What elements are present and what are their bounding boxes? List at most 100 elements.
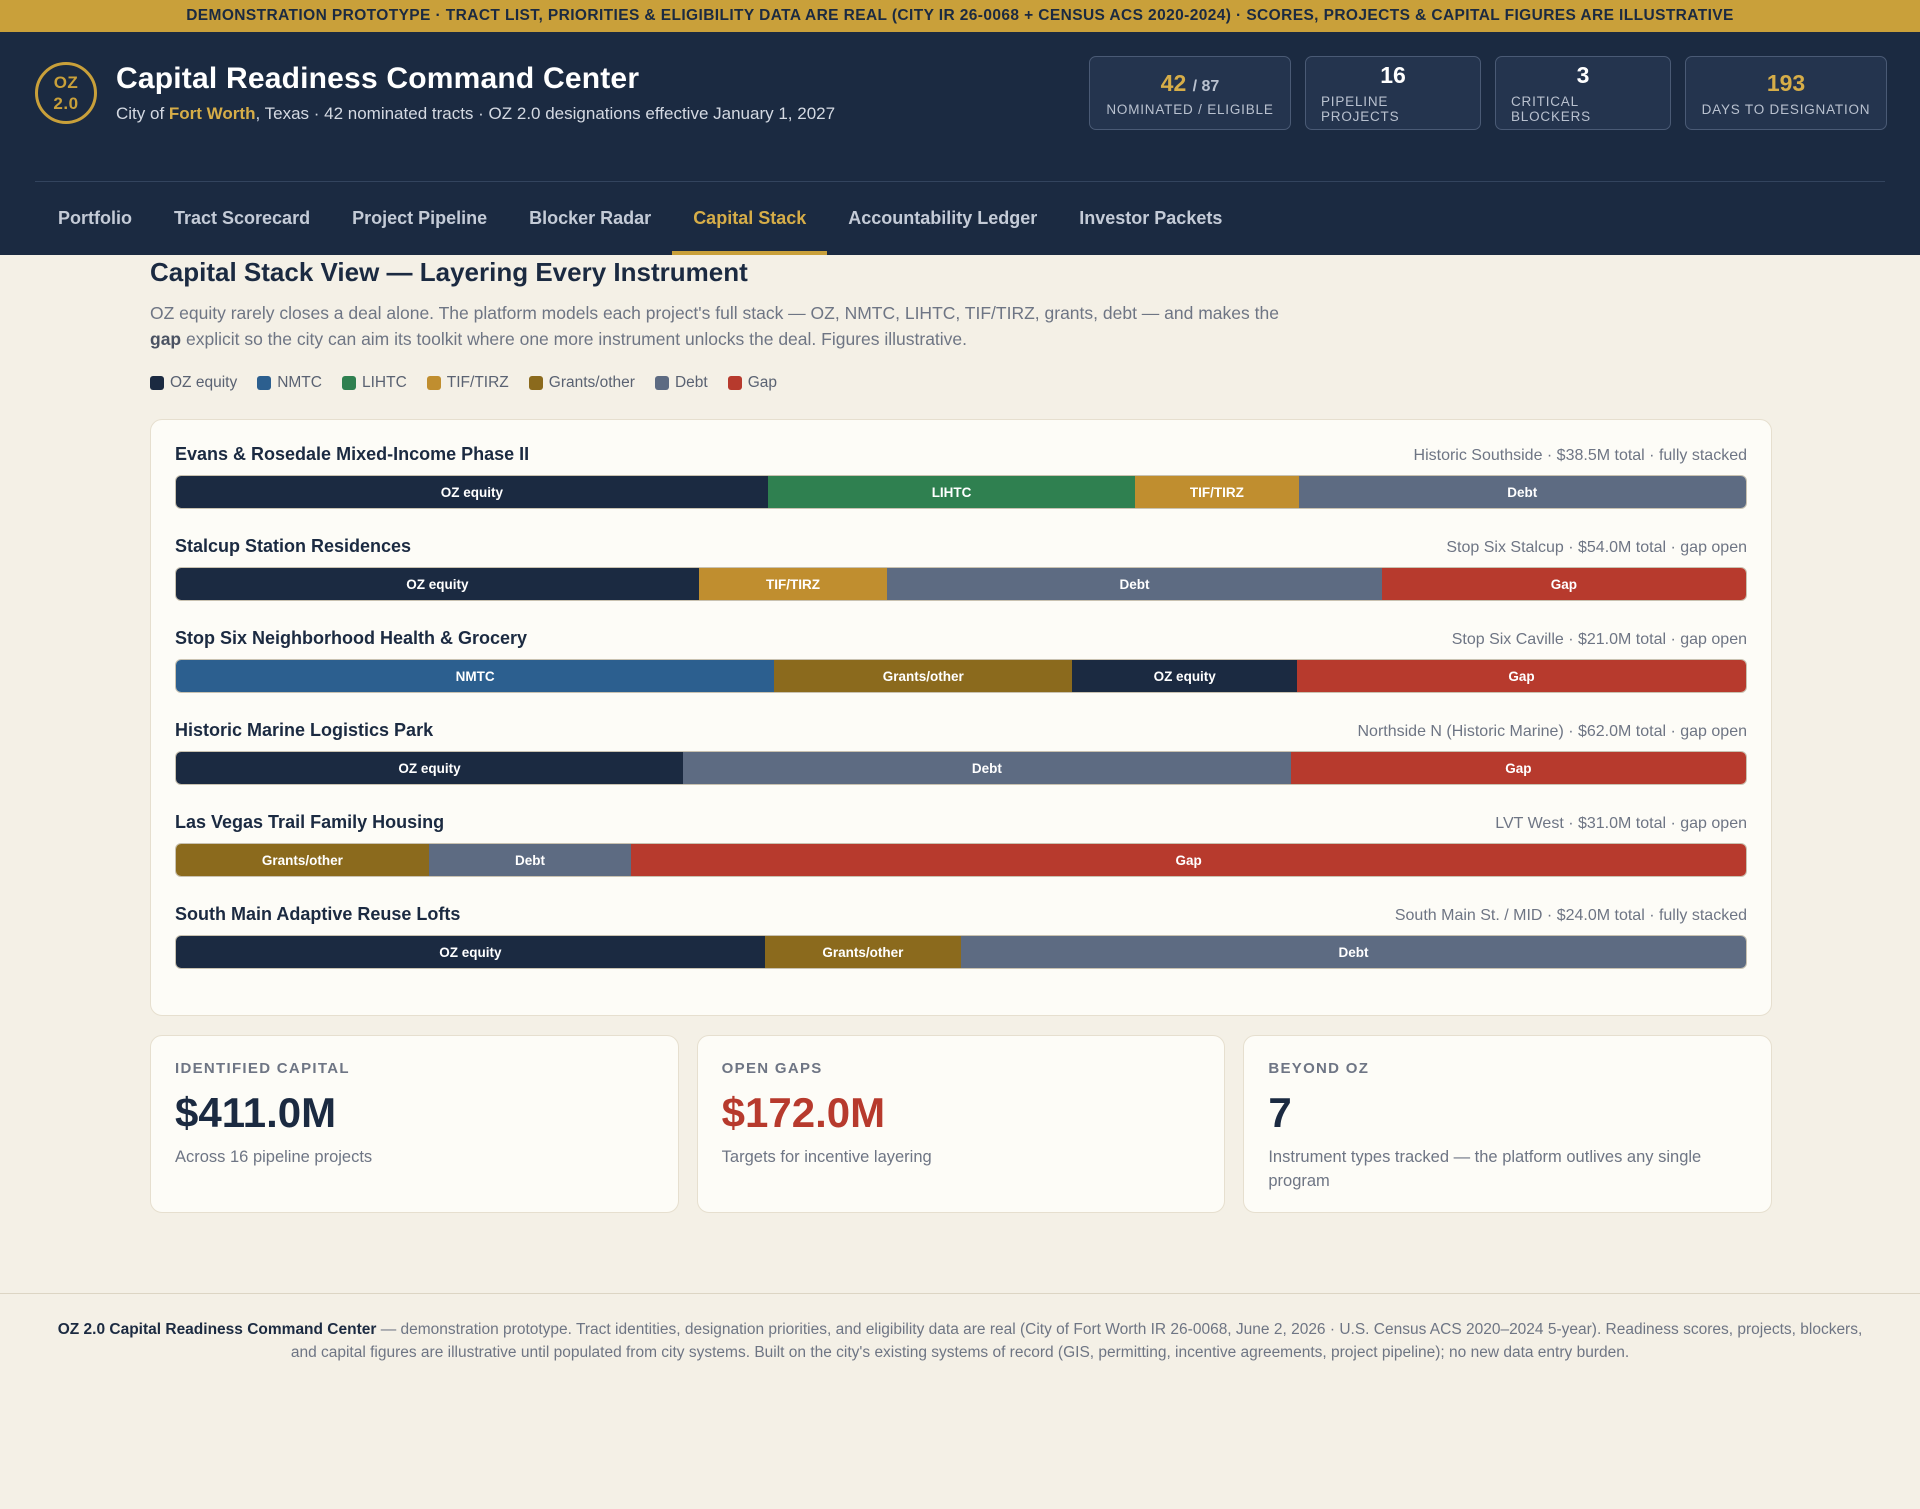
project-header: South Main Adaptive Reuse Lofts South Mai… — [175, 904, 1747, 925]
kpi-value: 193 — [1766, 69, 1806, 96]
kpi-strip: 42 / 87 NOMINATED / ELIGIBLE 16 PIPELINE… — [1089, 56, 1887, 130]
kpi-label: DAYS TO DESIGNATION — [1701, 101, 1871, 117]
brand: OZ 2.0 Capital Readiness Command Center … — [35, 62, 835, 124]
stack-bar[interactable]: OZ equity Grants/other Debt — [175, 935, 1747, 969]
app-title: Capital Readiness Command Center — [116, 62, 640, 95]
summary-value: $411.0M — [175, 1089, 337, 1136]
stack-segment[interactable]: TIF/TIRZ — [698, 568, 888, 600]
project-name: Evans & Rosedale Mixed-Income Phase II — [175, 444, 530, 464]
project-meta: Historic Southside · $38.5M total · full… — [1413, 447, 1747, 464]
stack-segment[interactable]: Grants/other — [176, 844, 429, 876]
project-name: Stalcup Station Residences — [175, 536, 412, 556]
desc-bold: gap — [150, 329, 182, 349]
kpi-label: PIPELINE PROJECTS — [1321, 94, 1400, 124]
kpi-nominated-value: 42 — [1160, 69, 1187, 96]
legend-swatch — [654, 376, 669, 390]
instrument-legend: OZ equity NMTC LIHTC TIF/TIRZ Grants/other De… — [150, 374, 1772, 392]
project-stack: South Main Adaptive Reuse Lofts South Mai… — [175, 904, 1747, 996]
app-header: OZ 2.0 Capital Readiness Command Center … — [0, 32, 1920, 255]
project-header: Stalcup Station Residences Stop Six Stalc… — [175, 536, 1747, 557]
project-stack: Evans & Rosedale Mixed-Income Phase II Hi… — [175, 444, 1747, 536]
kpi-value: 16 — [1380, 62, 1406, 88]
project-meta: Stop Six Caville · $21.0M total · gap op… — [1451, 631, 1747, 648]
logo-line-1: OZ — [53, 73, 79, 92]
stack-segment[interactable]: Gap — [1381, 568, 1746, 600]
kpi-label: CRITICAL BLOCKERS — [1511, 94, 1591, 124]
summary-value: 7 — [1268, 1089, 1292, 1136]
stack-segment[interactable]: Debt — [428, 844, 632, 876]
project-meta: Stop Six Stalcup · $54.0M total · gap op… — [1446, 539, 1747, 556]
stack-segment[interactable]: Gap — [1290, 752, 1746, 784]
stack-segment[interactable]: Debt — [887, 568, 1382, 600]
app-subtitle: City of Fort Worth, Texas · 42 nominated… — [116, 104, 835, 124]
summary-note: Instrument types tracked — the platform … — [1268, 1148, 1702, 1190]
legend-item: Grants/other — [528, 374, 635, 392]
legend-label: Grants/other — [548, 374, 635, 391]
stack-segment[interactable]: OZ equity — [176, 476, 768, 508]
project-stack: Stop Six Neighborhood Health & Grocery St… — [175, 628, 1747, 720]
stack-segment[interactable]: Grants/other — [764, 936, 961, 968]
project-header: Historic Marine Logistics Park Northside … — [175, 720, 1747, 741]
stack-segment[interactable]: Grants/other — [774, 660, 1073, 692]
subtitle-prefix: City of — [116, 104, 169, 123]
legend-item: LIHTC — [341, 374, 407, 392]
project-stack: Stalcup Station Residences Stop Six Stalc… — [175, 536, 1747, 628]
summary-identified-capital: IDENTIFIED CAPITAL $411.0M Across 16 pip… — [150, 1035, 679, 1213]
prototype-banner: DEMONSTRATION PROTOTYPE · TRACT LIST, PR… — [0, 0, 1920, 32]
project-name: Historic Marine Logistics Park — [175, 720, 434, 740]
kpi-value: 42 / 87 — [1161, 70, 1220, 97]
capital-stack-view: Capital Stack View — Layering Every Inst… — [150, 223, 1773, 1213]
summary-note: Across 16 pipeline projects — [175, 1148, 373, 1166]
project-meta: South Main St. / MID · $24.0M total · fu… — [1394, 907, 1747, 924]
stack-bar[interactable]: OZ equity Debt Gap — [175, 751, 1747, 785]
legend-swatch — [426, 376, 441, 390]
stack-segment[interactable]: OZ equity — [1072, 660, 1297, 692]
legend-item: OZ equity — [150, 374, 237, 392]
legend-swatch — [727, 376, 742, 390]
legend-swatch — [257, 376, 272, 390]
stack-bar[interactable]: Grants/other Debt Gap — [175, 843, 1747, 877]
legend-swatch — [150, 376, 164, 390]
desc-part-2: explicit so the city can aim its toolkit… — [181, 329, 968, 349]
project-meta: Northside N (Historic Marine) · $62.0M t… — [1357, 723, 1748, 740]
legend-swatch — [341, 376, 356, 390]
legend-item: Debt — [654, 374, 708, 392]
stack-segment[interactable]: OZ equity — [176, 568, 699, 600]
kpi-nominated-eligible: 42 / 87 NOMINATED / ELIGIBLE — [1089, 56, 1291, 130]
page-description: OZ equity rarely closes a deal alone. Th… — [150, 300, 1300, 352]
kpi-pipeline-projects: 16 PIPELINE PROJECTS — [1305, 56, 1481, 130]
stack-segment[interactable]: Debt — [683, 752, 1291, 784]
stack-segment[interactable]: TIF/TIRZ — [1135, 476, 1299, 508]
footer-title: OZ 2.0 Capital Readiness Command Center — [57, 1321, 377, 1338]
project-header: Stop Six Neighborhood Health & Grocery St… — [175, 628, 1747, 649]
page-title: Capital Stack View — Layering Every Inst… — [150, 257, 748, 287]
legend-item: NMTC — [257, 374, 322, 392]
subtitle-rest: , Texas · 42 nominated tracts · OZ 2.0 d… — [255, 104, 836, 123]
project-name: Stop Six Neighborhood Health & Grocery — [175, 628, 528, 648]
stack-bar[interactable]: NMTC Grants/other OZ equity Gap — [175, 659, 1747, 693]
stack-bar[interactable]: OZ equity TIF/TIRZ Debt Gap — [175, 567, 1747, 601]
subtitle-city: Fort Worth — [168, 104, 256, 123]
stack-segment[interactable]: Gap — [631, 844, 1746, 876]
project-header: Evans & Rosedale Mixed-Income Phase II Hi… — [175, 444, 1747, 465]
project-stack: Las Vegas Trail Family Housing LVT West ·… — [175, 812, 1747, 904]
project-name: South Main Adaptive Reuse Lofts — [175, 904, 461, 924]
kpi-critical-blockers: 3 CRITICAL BLOCKERS — [1495, 56, 1671, 130]
stack-segment[interactable]: LIHTC — [767, 476, 1136, 508]
legend-label: Debt — [674, 374, 708, 391]
capital-stack-card: Evans & Rosedale Mixed-Income Phase II Hi… — [150, 419, 1772, 1016]
stack-bar[interactable]: OZ equity LIHTC TIF/TIRZ Debt — [175, 475, 1747, 509]
legend-label: TIF/TIRZ — [446, 374, 509, 391]
footer-text: — demonstration prototype. Tract identit… — [290, 1321, 1863, 1361]
stack-segment[interactable]: Debt — [961, 936, 1746, 968]
stack-segment[interactable]: OZ equity — [176, 752, 684, 784]
project-name: Las Vegas Trail Family Housing — [175, 812, 445, 832]
stack-segment[interactable]: OZ equity — [176, 936, 765, 968]
stack-segment[interactable]: Gap — [1296, 660, 1746, 692]
stack-segment[interactable]: NMTC — [176, 660, 775, 692]
kpi-label: NOMINATED / ELIGIBLE — [1106, 101, 1274, 117]
logo-line-2: 2.0 — [53, 94, 79, 113]
stack-segment[interactable]: Debt — [1298, 476, 1746, 508]
tab-portfolio[interactable]: Portfolio — [37, 182, 153, 255]
summary-beyond-oz: BEYOND OZ 7 Instrument types tracked — t… — [1243, 1035, 1773, 1213]
